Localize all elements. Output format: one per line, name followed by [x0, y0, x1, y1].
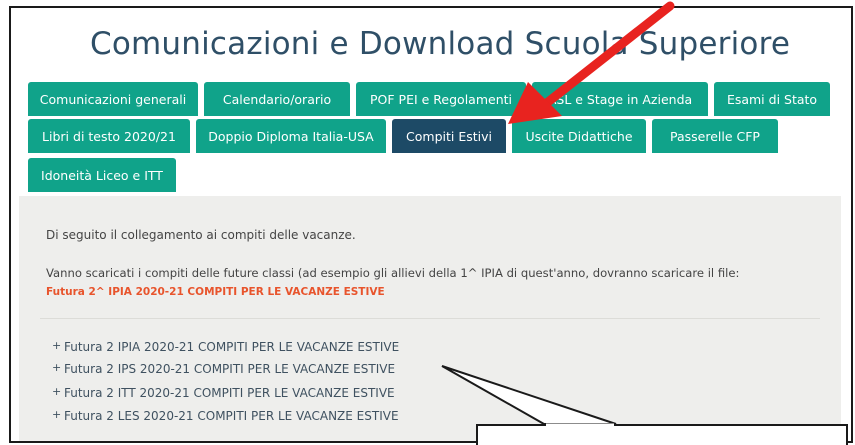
callout-pointer [441, 365, 617, 425]
red-arrow-icon [508, 1, 675, 124]
annotation-overlay [441, 1, 675, 427]
